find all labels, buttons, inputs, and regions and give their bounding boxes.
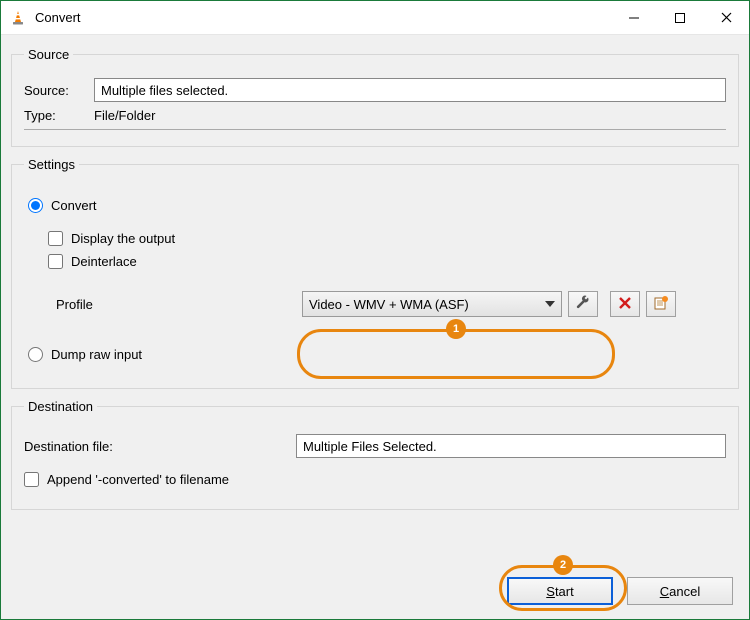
dialog-content: Source Source: Type: File/Folder Setting… <box>1 35 749 575</box>
display-output-checkbox[interactable] <box>48 231 63 246</box>
cancel-rest: ancel <box>669 584 700 599</box>
type-value: File/Folder <box>94 108 155 123</box>
source-label: Source: <box>24 83 84 98</box>
deinterlace-label: Deinterlace <box>71 254 137 269</box>
convert-radio[interactable] <box>28 198 43 213</box>
start-rest: tart <box>555 584 574 599</box>
start-mnemonic: S <box>546 584 555 599</box>
wrench-icon <box>575 295 591 314</box>
settings-group: Settings Convert Display the output Dein… <box>11 157 739 389</box>
profile-combobox[interactable]: Video - WMV + WMA (ASF) <box>302 291 562 317</box>
window-title: Convert <box>35 10 611 25</box>
close-button[interactable] <box>703 1 749 34</box>
chevron-down-icon <box>539 301 561 307</box>
dump-raw-radio[interactable] <box>28 347 43 362</box>
source-legend: Source <box>24 47 73 62</box>
append-converted-label: Append '-converted' to filename <box>47 472 229 487</box>
dump-raw-label: Dump raw input <box>51 347 142 362</box>
minimize-button[interactable] <box>611 1 657 34</box>
new-profile-icon <box>653 295 669 314</box>
cancel-button[interactable]: Cancel <box>627 577 733 605</box>
new-profile-button[interactable] <box>646 291 676 317</box>
profile-selected-value: Video - WMV + WMA (ASF) <box>309 297 539 312</box>
source-group: Source Source: Type: File/Folder <box>11 47 739 147</box>
profile-label: Profile <box>56 297 296 312</box>
convert-radio-label: Convert <box>51 198 97 213</box>
settings-legend: Settings <box>24 157 79 172</box>
maximize-button[interactable] <box>657 1 703 34</box>
cancel-mnemonic: C <box>660 584 669 599</box>
destination-group: Destination Destination file: Append '-c… <box>11 399 739 510</box>
type-label: Type: <box>24 108 84 123</box>
delete-profile-button[interactable] <box>610 291 640 317</box>
vlc-app-icon <box>9 9 27 27</box>
deinterlace-checkbox[interactable] <box>48 254 63 269</box>
source-input[interactable] <box>94 78 726 102</box>
edit-profile-button[interactable] <box>568 291 598 317</box>
destination-file-input[interactable] <box>296 434 726 458</box>
titlebar: Convert <box>1 1 749 35</box>
start-button[interactable]: Start <box>507 577 613 605</box>
delete-x-icon <box>618 296 632 313</box>
dialog-footer: Start Cancel <box>1 575 749 619</box>
convert-dialog-window: Convert Source Source: Type: File/Folder… <box>0 0 750 620</box>
display-output-label: Display the output <box>71 231 175 246</box>
destination-legend: Destination <box>24 399 97 414</box>
destination-file-label: Destination file: <box>24 439 284 454</box>
append-converted-checkbox[interactable] <box>24 472 39 487</box>
